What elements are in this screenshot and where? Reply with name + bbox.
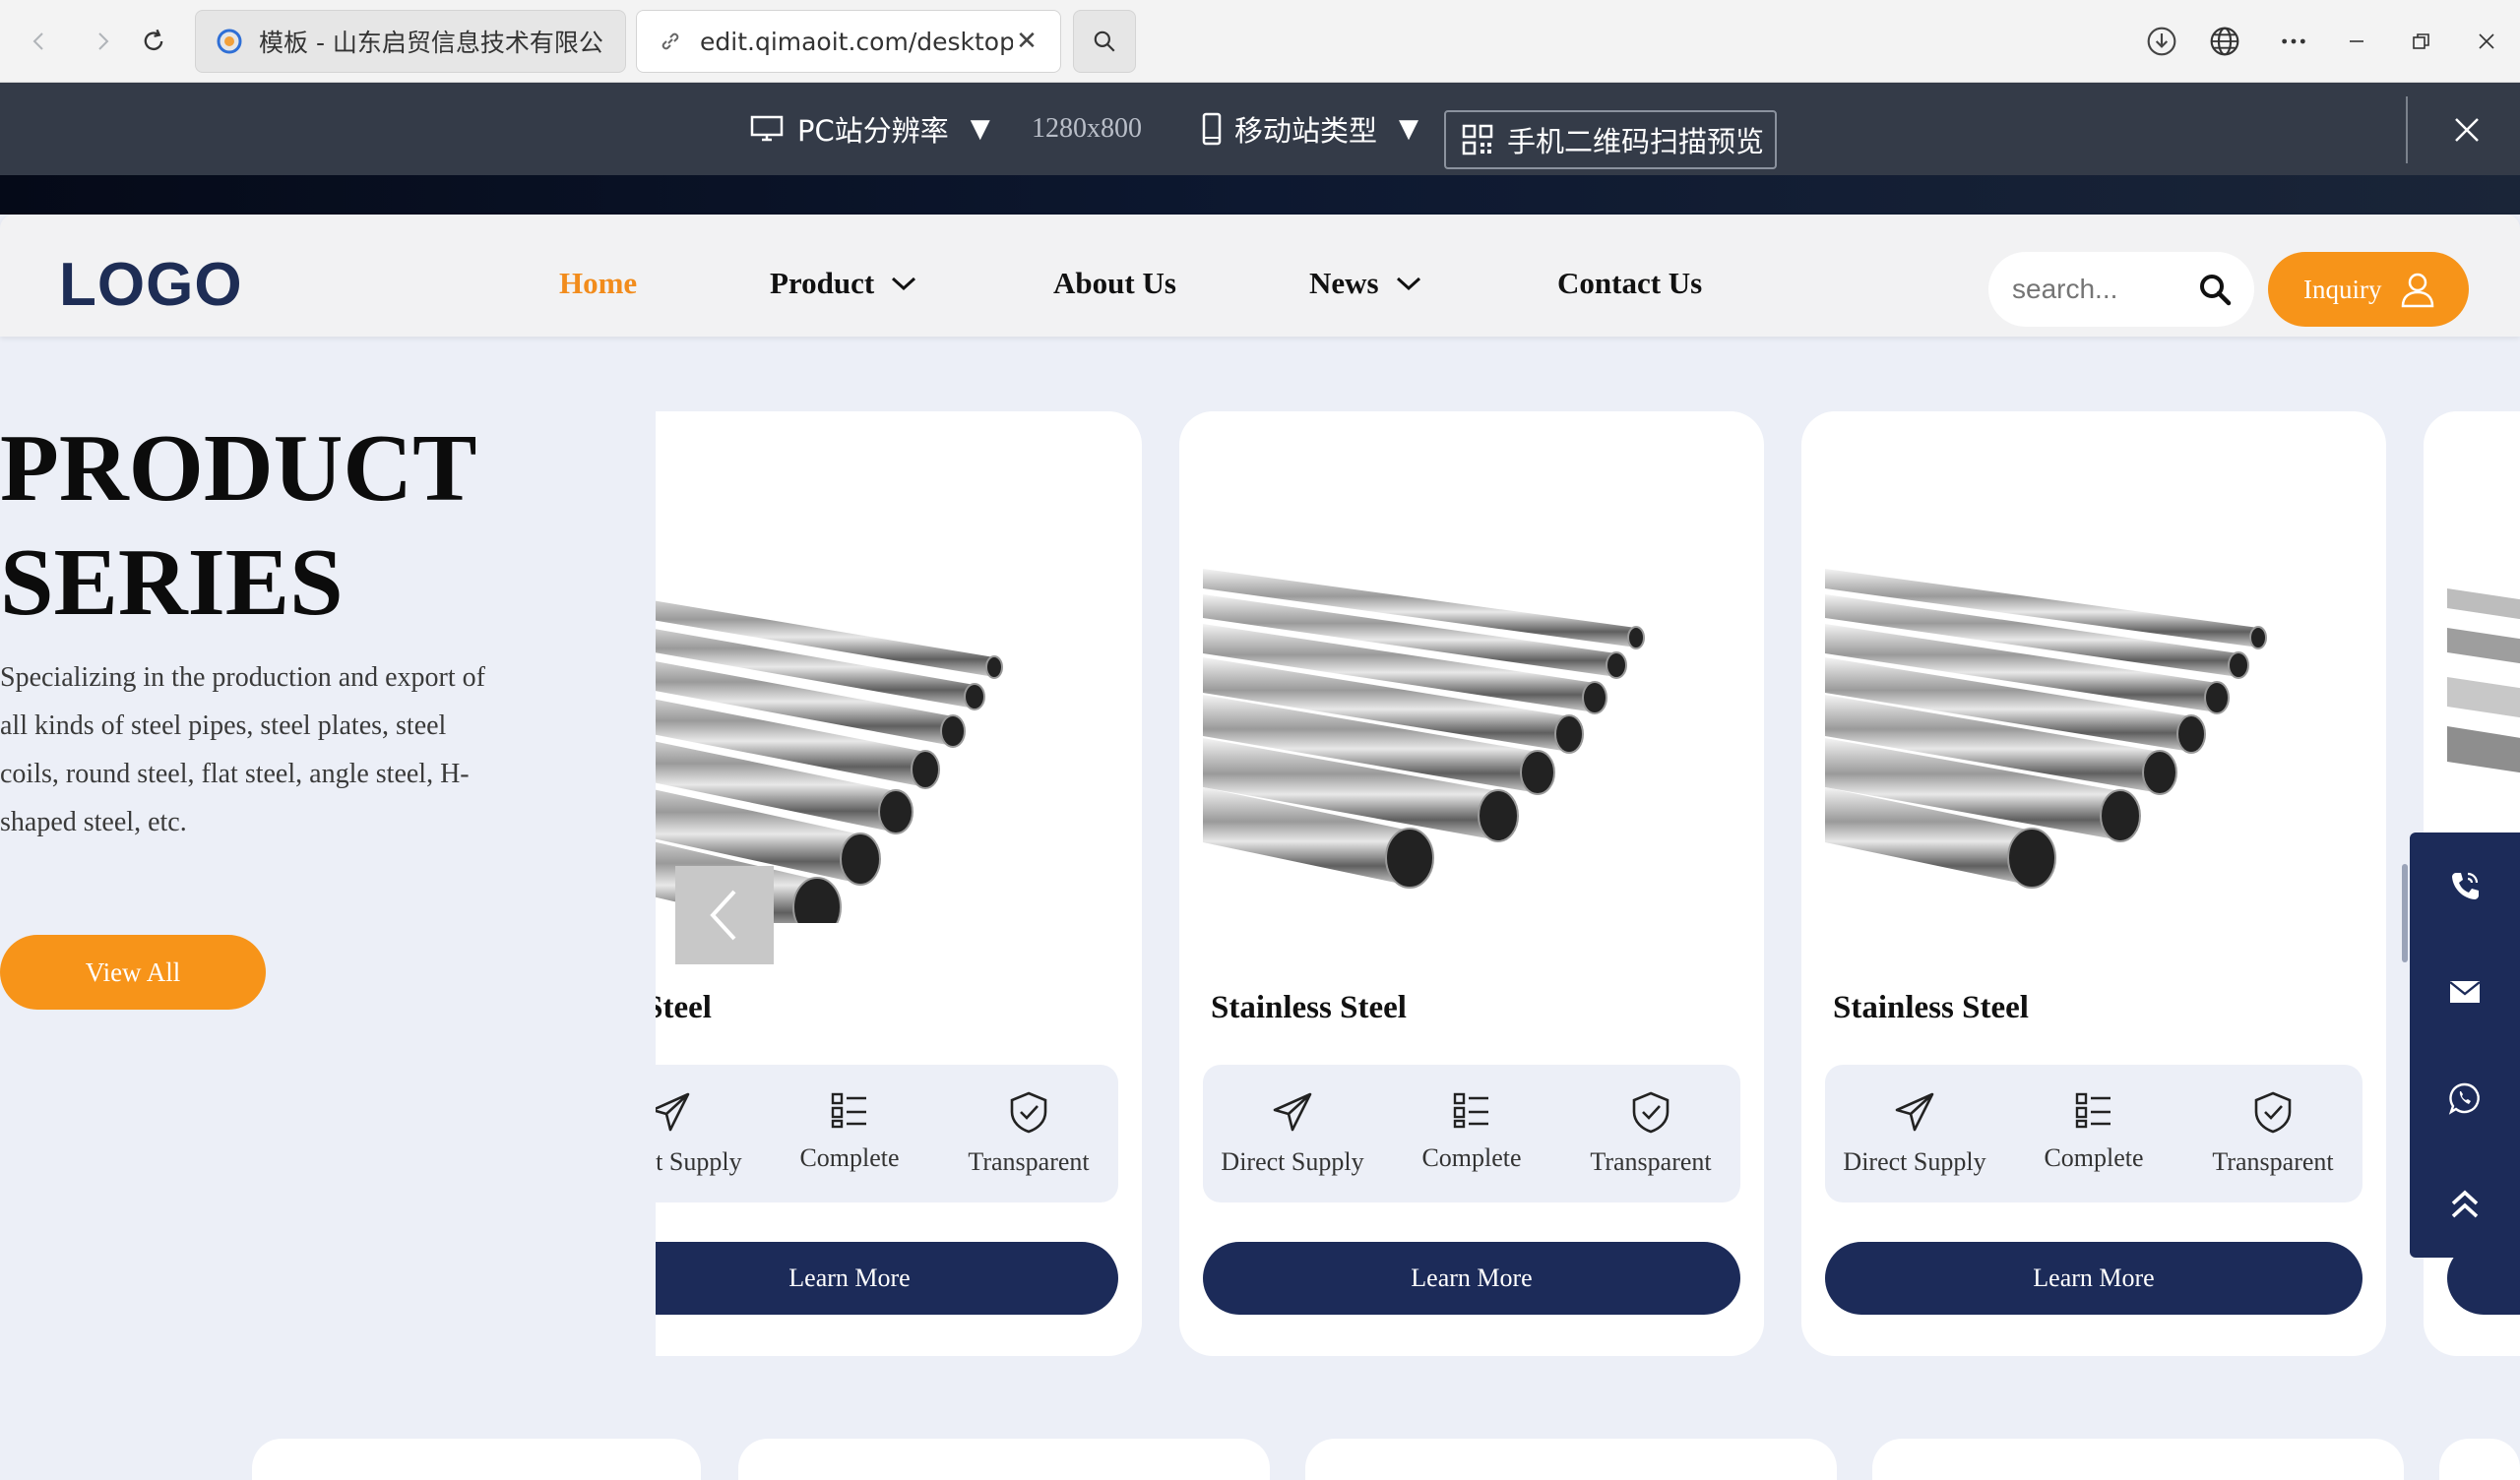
product-features: Direct Supply Complete Transparent — [1203, 1065, 1740, 1202]
minimize-icon[interactable] — [2337, 22, 2376, 61]
product-features: Direct Supply Complete Transparent — [656, 1065, 1118, 1202]
nav-contact-us[interactable]: Contact Us — [1557, 266, 1702, 301]
user-icon — [2402, 273, 2434, 308]
phone-icon[interactable] — [2410, 832, 2520, 939]
paper-plane-icon — [656, 1092, 690, 1132]
monitor-icon — [750, 114, 784, 144]
next-section-card — [1305, 1439, 1837, 1480]
qr-preview-button[interactable]: 手机二维码扫描预览 — [1444, 110, 1777, 169]
nav-news[interactable]: News — [1309, 266, 1422, 301]
shield-check-icon — [1632, 1091, 1670, 1134]
feature-direct-supply: Direct Supply — [1825, 1065, 2004, 1202]
tab-title: 模板 - 山东启贸信息技术有限公司 — [259, 29, 605, 57]
link-icon — [657, 28, 684, 55]
search-input[interactable] — [2012, 274, 2189, 305]
feature-transparent: Transparent — [2183, 1065, 2362, 1202]
inquiry-button[interactable]: Inquiry — [2268, 252, 2469, 327]
reload-icon[interactable] — [136, 24, 171, 59]
site-search — [1988, 252, 2254, 327]
close-preview-icon[interactable] — [2441, 104, 2492, 155]
qr-code-icon — [1462, 124, 1493, 155]
site-logo[interactable]: LOGO — [59, 250, 243, 320]
feature-transparent: Transparent — [1561, 1065, 1740, 1202]
steel-pipes-image — [1825, 569, 2267, 889]
feature-complete: Complete — [760, 1065, 939, 1202]
toolbar-divider — [2406, 96, 2408, 163]
product-carousel: Stainless Steel Direct Supply Complete T… — [656, 411, 2520, 1356]
product-series-title: PRODUCT SERIES — [0, 415, 477, 636]
product-card[interactable]: Stainless Steel Direct Supply Complete T… — [1801, 411, 2386, 1356]
hero-banner-strip — [0, 175, 2520, 215]
feature-complete: Complete — [2004, 1065, 2183, 1202]
whatsapp-icon[interactable] — [2410, 1045, 2520, 1151]
qr-preview-label: 手机二维码扫描预览 — [1507, 125, 1765, 158]
site-favicon-icon — [216, 28, 243, 55]
learn-more-button[interactable]: Learn More — [1203, 1242, 1740, 1315]
shield-check-icon — [1010, 1091, 1047, 1134]
list-icon — [831, 1092, 866, 1129]
steel-pipes-image — [1203, 569, 1645, 889]
close-tab-icon[interactable]: ✕ — [1013, 27, 1040, 56]
carousel-prev-button[interactable] — [675, 866, 774, 964]
product-card[interactable]: Stainless Steel Direct Supply Complete T… — [1179, 411, 1764, 1356]
next-section-card — [2439, 1439, 2520, 1480]
browser-toolbar: 模板 - 山东启贸信息技术有限公司 edit.qimaoit.com/deskt… — [0, 0, 2520, 83]
feature-direct-supply: Direct Supply — [656, 1065, 760, 1202]
dropdown-triangle-icon: ▼ — [1399, 114, 1419, 144]
nav-product[interactable]: Product — [770, 266, 917, 301]
chevron-down-icon — [892, 277, 916, 291]
back-icon[interactable] — [22, 24, 57, 59]
list-icon — [1453, 1092, 1488, 1129]
pc-resolution-selector[interactable]: PC站分辨率 ▼ — [750, 83, 990, 175]
product-card-title: Stainless Steel — [656, 990, 712, 1025]
mobile-phone-icon — [1201, 112, 1223, 146]
pc-resolution-label: PC站分辨率 — [797, 114, 949, 148]
floating-contact-bar — [2410, 832, 2520, 1258]
view-all-button[interactable]: View All — [0, 935, 266, 1010]
product-card-title: Stainless Steel — [1833, 990, 2029, 1025]
product-series-description: Specializing in the production and expor… — [0, 662, 485, 837]
globe-icon[interactable] — [2205, 22, 2244, 61]
nav-about-us[interactable]: About Us — [1053, 266, 1176, 301]
feature-transparent: Transparent — [939, 1065, 1118, 1202]
shield-check-icon — [2254, 1091, 2292, 1134]
product-card-title: Stainless Steel — [1211, 990, 1407, 1025]
forward-icon[interactable] — [85, 24, 120, 59]
nav-home[interactable]: Home — [559, 266, 637, 301]
inquiry-label: Inquiry — [2303, 274, 2382, 304]
chevron-down-icon — [1396, 277, 1420, 291]
paper-plane-icon — [1273, 1092, 1312, 1132]
search-icon[interactable] — [1073, 10, 1136, 73]
dropdown-triangle-icon: ▼ — [970, 114, 990, 144]
learn-more-button[interactable]: Learn More — [656, 1242, 1118, 1315]
close-window-icon[interactable] — [2467, 22, 2506, 61]
back-to-top-icon[interactable] — [2410, 1151, 2520, 1258]
browser-tab-editor[interactable]: edit.qimaoit.com/desktop/h ✕ — [636, 10, 1061, 73]
resolution-value: 1280x800 — [1032, 113, 1142, 144]
site-header: LOGO Home Product About Us News Contact … — [0, 215, 2520, 337]
feature-complete: Complete — [1382, 1065, 1561, 1202]
next-section-card — [1872, 1439, 2404, 1480]
list-icon — [2075, 1092, 2110, 1129]
more-icon[interactable] — [2274, 22, 2313, 61]
next-section-card — [252, 1439, 701, 1480]
tab-url: edit.qimaoit.com/desktop/h — [700, 27, 1013, 56]
browser-tab-template[interactable]: 模板 - 山东启贸信息技术有限公司 — [195, 10, 626, 73]
steel-pipes-image — [656, 600, 1003, 923]
mobile-type-selector[interactable]: 移动站类型 ▼ — [1201, 83, 1418, 175]
paper-plane-icon — [1895, 1092, 1934, 1132]
next-section-card — [738, 1439, 1270, 1480]
product-features: Direct Supply Complete Transparent — [1825, 1065, 2362, 1202]
mail-icon[interactable] — [2410, 939, 2520, 1045]
feature-direct-supply: Direct Supply — [1203, 1065, 1382, 1202]
restore-icon[interactable] — [2402, 22, 2441, 61]
mobile-type-label: 移动站类型 — [1234, 114, 1378, 148]
chevron-left-icon — [710, 890, 736, 941]
search-icon[interactable] — [2197, 272, 2233, 307]
scrollbar-thumb[interactable] — [2402, 864, 2408, 962]
download-icon[interactable] — [2142, 22, 2181, 61]
learn-more-button[interactable]: Learn More — [1825, 1242, 2362, 1315]
